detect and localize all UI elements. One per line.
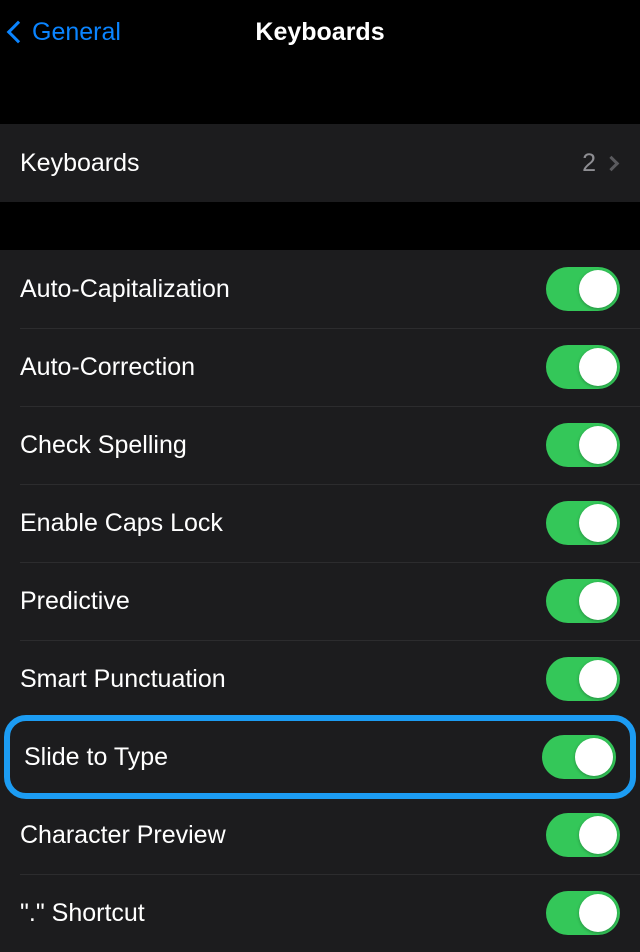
character-preview-label: Character Preview: [20, 821, 226, 850]
check-spelling-label: Check Spelling: [20, 431, 187, 460]
page-title: Keyboards: [255, 18, 384, 47]
smart-punctuation-row: Smart Punctuation: [0, 640, 640, 718]
period-shortcut-label: "." Shortcut: [20, 899, 145, 928]
chevron-left-icon: [7, 21, 30, 44]
section-spacer: [0, 64, 640, 124]
auto-correction-toggle[interactable]: [546, 345, 620, 389]
keyboards-label: Keyboards: [20, 149, 140, 178]
auto-correction-row: Auto-Correction: [0, 328, 640, 406]
enable-caps-lock-row: Enable Caps Lock: [0, 484, 640, 562]
period-shortcut-toggle[interactable]: [546, 891, 620, 935]
keyboards-row[interactable]: Keyboards 2: [0, 124, 640, 202]
enable-caps-lock-label: Enable Caps Lock: [20, 509, 223, 538]
check-spelling-row: Check Spelling: [0, 406, 640, 484]
slide-to-type-row: Slide to Type: [4, 715, 636, 799]
auto-capitalization-row: Auto-Capitalization: [0, 250, 640, 328]
character-preview-row: Character Preview: [0, 796, 640, 874]
toggles-section: Auto-Capitalization Auto-Correction Chec…: [0, 250, 640, 952]
slide-to-type-label: Slide to Type: [24, 743, 168, 772]
smart-punctuation-label: Smart Punctuation: [20, 665, 226, 694]
predictive-row: Predictive: [0, 562, 640, 640]
auto-capitalization-label: Auto-Capitalization: [20, 275, 230, 304]
check-spelling-toggle[interactable]: [546, 423, 620, 467]
auto-correction-label: Auto-Correction: [20, 353, 195, 382]
auto-capitalization-toggle[interactable]: [546, 267, 620, 311]
section-gap: [0, 202, 640, 250]
keyboards-row-right: 2: [582, 149, 620, 178]
smart-punctuation-toggle[interactable]: [546, 657, 620, 701]
keyboards-section: Keyboards 2: [0, 124, 640, 202]
chevron-right-icon: [604, 155, 620, 171]
slide-to-type-toggle[interactable]: [542, 735, 616, 779]
nav-bar: General Keyboards: [0, 0, 640, 64]
character-preview-toggle[interactable]: [546, 813, 620, 857]
predictive-toggle[interactable]: [546, 579, 620, 623]
back-button[interactable]: General: [10, 18, 121, 47]
keyboards-count: 2: [582, 149, 596, 178]
predictive-label: Predictive: [20, 587, 130, 616]
enable-caps-lock-toggle[interactable]: [546, 501, 620, 545]
period-shortcut-row: "." Shortcut: [0, 874, 640, 952]
back-label: General: [32, 18, 121, 47]
